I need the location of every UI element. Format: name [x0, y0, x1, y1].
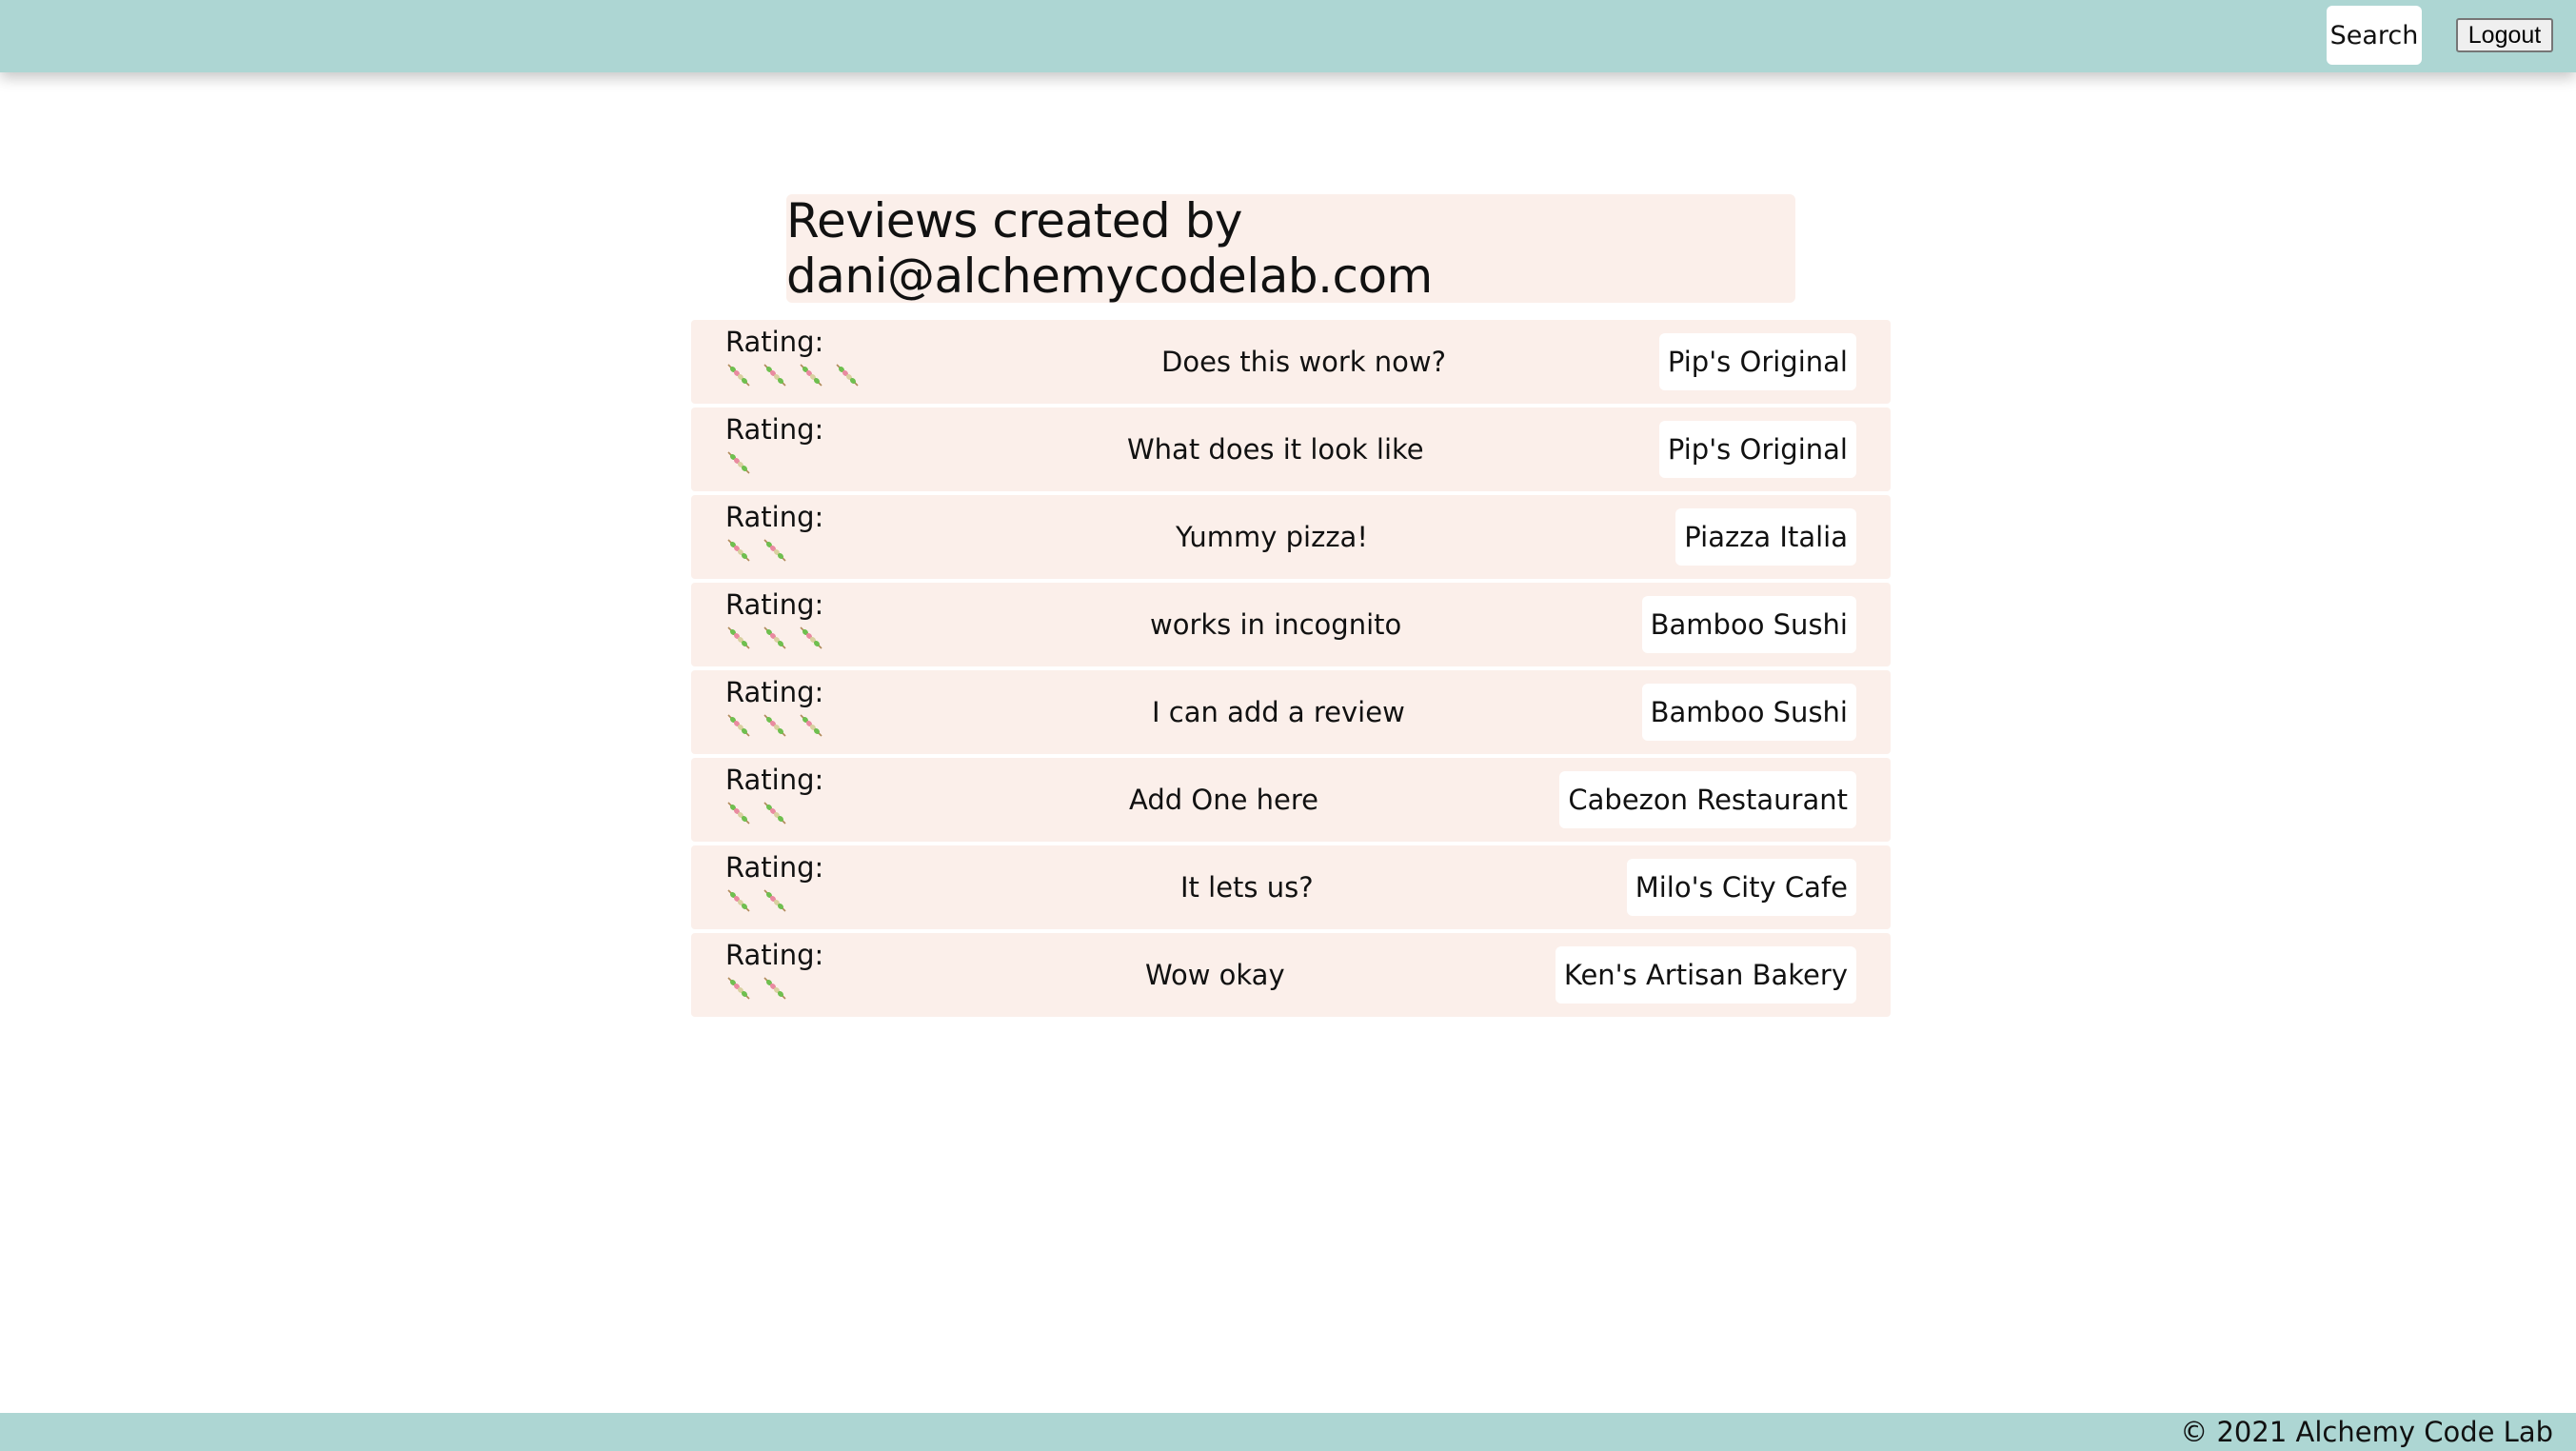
rating-block: Rating:	[725, 937, 823, 1002]
kebab-skewer-icon	[727, 539, 750, 562]
kebab-skewer-icon	[763, 714, 786, 737]
review-row: Rating: Does this work now? Pip's Origin…	[691, 320, 1891, 404]
review-text: Add One here	[1129, 784, 1318, 816]
review-text: Does this work now?	[1161, 346, 1447, 378]
kebab-skewer-icon	[727, 977, 750, 1000]
kebab-skewer-icon	[727, 626, 750, 649]
kebab-skewer-icon	[727, 714, 750, 737]
review-row: Rating: Yummy pizza! Piazza Italia	[691, 495, 1891, 579]
review-row: Rating: Wow okay Ken's Artisan Bakery	[691, 933, 1891, 1017]
rating-label: Rating:	[725, 939, 824, 971]
rating-block: Rating:	[725, 411, 823, 476]
rating-icons	[725, 887, 823, 914]
restaurant-link[interactable]: Pip's Original	[1658, 421, 1856, 478]
rating-label: Rating:	[725, 413, 824, 446]
kebab-skewer-icon	[763, 889, 786, 912]
restaurant-link[interactable]: Piazza Italia	[1675, 508, 1856, 566]
kebab-skewer-icon	[727, 364, 750, 387]
rating-label: Rating:	[725, 851, 824, 884]
rating-block: Rating:	[725, 674, 824, 739]
page-title: Reviews created by dani@alchemycodelab.c…	[786, 193, 1795, 304]
rating-block: Rating:	[725, 324, 861, 388]
rating-label: Rating:	[725, 588, 824, 621]
kebab-skewer-icon	[763, 977, 786, 1000]
review-list: Rating: Does this work now? Pip's Origin…	[691, 320, 1891, 1021]
kebab-skewer-icon	[800, 364, 822, 387]
rating-icons	[725, 975, 823, 1002]
kebab-skewer-icon	[727, 451, 750, 474]
kebab-skewer-icon	[763, 802, 786, 825]
kebab-skewer-icon	[836, 364, 859, 387]
review-row: Rating: I can add a review Bamboo Sushi	[691, 670, 1891, 754]
rating-icons	[725, 362, 861, 388]
rating-icons	[725, 537, 823, 564]
restaurant-link[interactable]: Pip's Original	[1658, 333, 1856, 390]
rating-block: Rating:	[725, 849, 823, 914]
top-nav-bar: Search Logout	[0, 0, 2576, 72]
restaurant-link[interactable]: Milo's City Cafe	[1626, 859, 1856, 916]
kebab-skewer-icon	[800, 626, 822, 649]
logout-button[interactable]: Logout	[2456, 18, 2553, 52]
rating-icons	[725, 625, 824, 651]
kebab-skewer-icon	[727, 889, 750, 912]
review-row: Rating: It lets us? Milo's City Cafe	[691, 845, 1891, 929]
search-link[interactable]: Search	[2327, 6, 2422, 65]
review-text: Yummy pizza!	[1176, 521, 1368, 553]
restaurant-link[interactable]: Ken's Artisan Bakery	[1555, 946, 1856, 1004]
review-text: works in incognito	[1150, 608, 1402, 641]
review-text: It lets us?	[1180, 871, 1314, 904]
kebab-skewer-icon	[800, 714, 822, 737]
kebab-skewer-icon	[727, 802, 750, 825]
rating-label: Rating:	[725, 501, 824, 533]
review-row: Rating: What does it look like Pip's Ori…	[691, 407, 1891, 491]
footer: © 2021 Alchemy Code Lab	[0, 1413, 2576, 1451]
rating-block: Rating:	[725, 499, 823, 564]
rating-icons	[725, 712, 824, 739]
restaurant-link[interactable]: Bamboo Sushi	[1641, 684, 1856, 741]
rating-icons	[725, 800, 823, 826]
review-text: I can add a review	[1152, 696, 1405, 728]
kebab-skewer-icon	[763, 539, 786, 562]
rating-icons	[725, 449, 823, 476]
copyright-text: © 2021 Alchemy Code Lab	[2180, 1416, 2553, 1448]
review-text: What does it look like	[1127, 433, 1424, 466]
kebab-skewer-icon	[763, 364, 786, 387]
rating-label: Rating:	[725, 326, 824, 358]
restaurant-link[interactable]: Bamboo Sushi	[1641, 596, 1856, 653]
review-row: Rating: works in incognito Bamboo Sushi	[691, 583, 1891, 666]
rating-label: Rating:	[725, 764, 824, 796]
review-row: Rating: Add One here Cabezon Restaurant	[691, 758, 1891, 842]
restaurant-link[interactable]: Cabezon Restaurant	[1559, 771, 1856, 828]
rating-block: Rating:	[725, 586, 824, 651]
kebab-skewer-icon	[763, 626, 786, 649]
review-text: Wow okay	[1145, 959, 1285, 991]
rating-label: Rating:	[725, 676, 824, 708]
rating-block: Rating:	[725, 762, 823, 826]
